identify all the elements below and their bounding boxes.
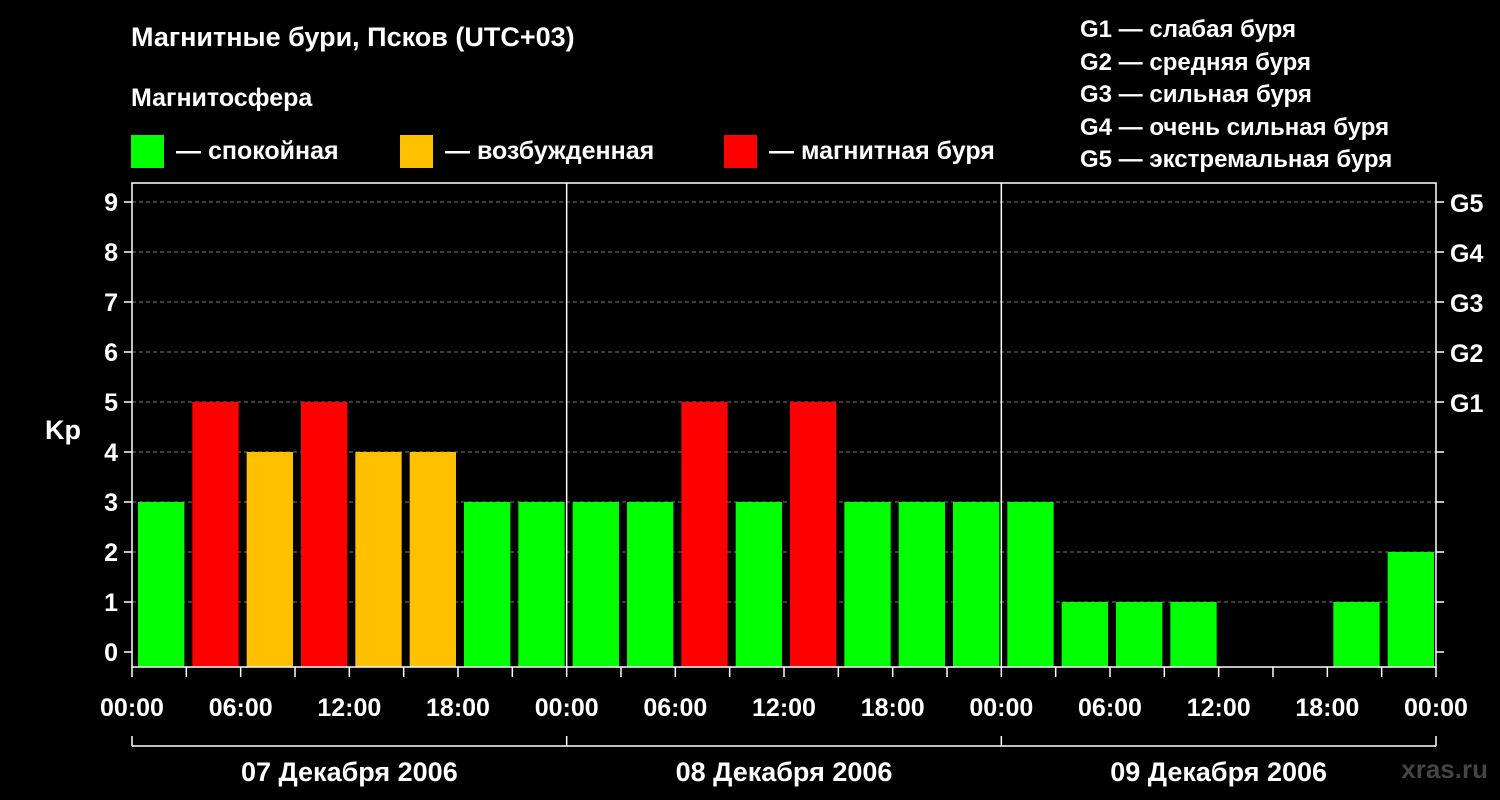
x-tick-label: 18:00 (426, 694, 490, 722)
y-tick-label: 5 (104, 389, 118, 417)
day-label: 09 Декабря 2006 (1110, 757, 1327, 787)
y-axis-label: Kp (45, 415, 81, 445)
kp-bar (572, 502, 619, 667)
x-tick-label: 00:00 (1404, 694, 1468, 722)
x-tick-label: 12:00 (752, 694, 816, 722)
x-tick-label: 06:00 (643, 694, 707, 722)
kp-bar (735, 502, 782, 667)
x-tick-label: 12:00 (317, 694, 381, 722)
g-tick-label: G1 (1450, 390, 1483, 418)
kp-bar (844, 502, 891, 667)
kp-bar (464, 502, 511, 667)
kp-bar (790, 402, 837, 667)
x-tick-label: 00:00 (535, 694, 599, 722)
day-label: 07 Декабря 2006 (241, 757, 458, 787)
g-tick-label: G2 (1450, 340, 1483, 368)
y-tick-label: 1 (104, 589, 118, 617)
kp-bar (409, 452, 456, 667)
g-tick-label: G3 (1450, 290, 1483, 318)
x-tick-label: 18:00 (1295, 694, 1359, 722)
y-tick-label: 7 (104, 289, 118, 317)
y-tick-label: 8 (104, 239, 118, 267)
x-tick-label: 06:00 (209, 694, 273, 722)
kp-bar (355, 452, 402, 667)
y-tick-label: 6 (104, 339, 118, 367)
y-tick-label: 2 (104, 539, 118, 567)
kp-bar (681, 402, 728, 667)
kp-bar (1116, 602, 1163, 667)
kp-bar (1061, 602, 1108, 667)
y-tick-label: 4 (104, 439, 118, 467)
kp-bar (1387, 552, 1434, 667)
y-tick-label: 3 (104, 489, 118, 517)
x-tick-label: 00:00 (969, 694, 1033, 722)
kp-bar (953, 502, 1000, 667)
x-tick-label: 18:00 (861, 694, 925, 722)
day-label: 08 Декабря 2006 (676, 757, 893, 787)
kp-bar (246, 452, 293, 667)
x-tick-label: 00:00 (100, 694, 164, 722)
x-tick-label: 12:00 (1187, 694, 1251, 722)
kp-bar (138, 502, 185, 667)
g-tick-label: G5 (1450, 190, 1483, 218)
kp-bar (518, 502, 565, 667)
kp-chart: 0 1 2 3 4 5 6 7 8 9 G1 G2 G3 G4 G5 Kp 00:00 06:00 12:00 18:… (45, 182, 1483, 787)
g-tick-label: G4 (1450, 240, 1483, 268)
x-tick-label: 06:00 (1078, 694, 1142, 722)
y-tick-label: 0 (104, 639, 118, 667)
kp-bar (192, 402, 239, 667)
kp-bar (1333, 602, 1380, 667)
kp-bar (301, 402, 348, 667)
kp-bar (1007, 502, 1054, 667)
kp-bar (898, 502, 945, 667)
kp-bar (627, 502, 674, 667)
kp-bar (1170, 602, 1217, 667)
y-tick-label: 9 (104, 189, 118, 217)
